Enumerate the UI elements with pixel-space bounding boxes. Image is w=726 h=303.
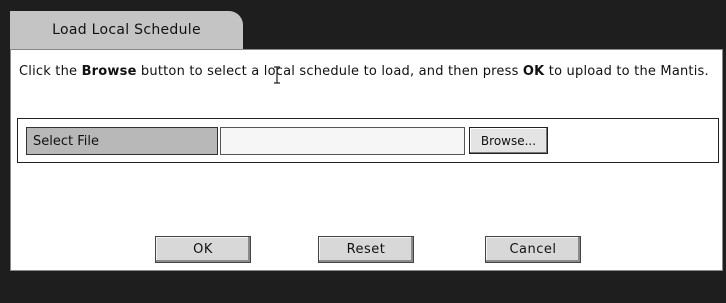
instructions-part3: to upload to the Mantis. xyxy=(544,64,709,79)
select-file-row: Select File Browse... xyxy=(17,118,719,163)
cancel-button[interactable]: Cancel xyxy=(485,236,581,263)
text-cursor-icon xyxy=(274,66,280,84)
file-path-input[interactable] xyxy=(220,127,465,155)
content-panel: Click the Browse button to select a loca… xyxy=(10,49,723,271)
dialog-frame: Load Local Schedule Click the Browse but… xyxy=(0,0,726,303)
reset-button[interactable]: Reset xyxy=(318,236,414,263)
instructions-ok-bold: OK xyxy=(522,64,545,79)
instructions-text: Click the Browse button to select a loca… xyxy=(19,63,709,80)
browse-button[interactable]: Browse... xyxy=(469,127,548,154)
instructions-part1: Click the xyxy=(19,64,82,79)
select-file-label-box: Select File xyxy=(26,127,218,155)
instructions-part2: button to select a local schedule to loa… xyxy=(136,64,523,79)
select-file-label: Select File xyxy=(33,133,99,149)
tab-load-local-schedule[interactable]: Load Local Schedule xyxy=(10,11,243,49)
tab-label: Load Local Schedule xyxy=(52,22,201,38)
ok-button[interactable]: OK xyxy=(155,236,251,263)
instructions-browse-bold: Browse xyxy=(81,64,137,79)
